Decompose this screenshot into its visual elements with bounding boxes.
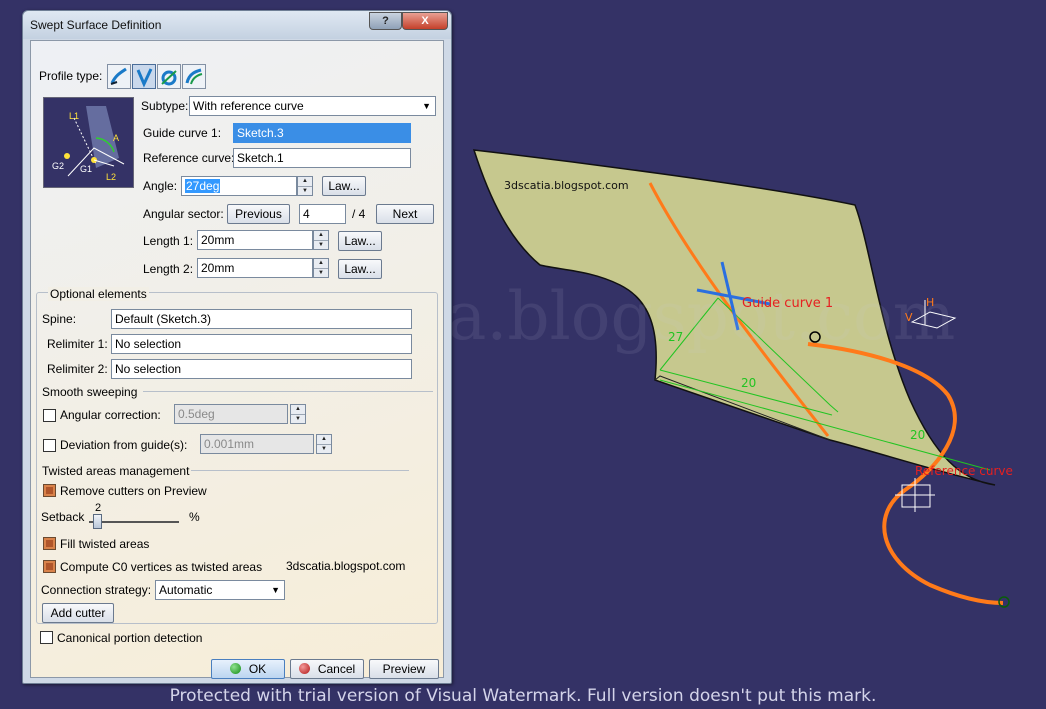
swept-surface-dialog: Swept Surface Definition ? X Profile typ…: [22, 10, 452, 684]
guide-curve-label: Guide curve 1:: [143, 126, 222, 140]
canonical-portion-label: Canonical portion detection: [57, 631, 203, 645]
trial-watermark-banner: Protected with trial version of Visual W…: [169, 686, 877, 706]
preview-label-l2: L2: [106, 172, 117, 182]
add-cutter-button[interactable]: Add cutter: [42, 603, 114, 623]
angular-correction-field[interactable]: 0.5deg: [174, 404, 288, 424]
dimension-angle-label[interactable]: 27: [668, 330, 683, 344]
chevron-down-icon: ▼: [422, 101, 431, 111]
length-2-field[interactable]: 20mm: [197, 258, 313, 278]
angle-value: 27deg: [185, 179, 221, 193]
deviation-spinner[interactable]: ▲ ▼: [316, 434, 332, 454]
remove-cutters-label: Remove cutters on Preview: [60, 484, 207, 498]
compute-c0-label: Compute C0 vertices as twisted areas: [60, 560, 263, 574]
viewport-blog-label: 3dscatia.blogspot.com: [504, 179, 629, 192]
axis-v-label: V: [905, 311, 913, 324]
guide-curve-field[interactable]: Sketch.3: [233, 123, 411, 143]
relimiter-1-label: Relimiter 1:: [47, 337, 108, 351]
preview-button[interactable]: Preview: [369, 659, 439, 679]
angular-sector-label: Angular sector:: [143, 207, 224, 221]
connection-strategy-value: Automatic: [159, 583, 213, 597]
preview-label-a: A: [113, 133, 120, 143]
connection-strategy-dropdown[interactable]: Automatic ▼: [155, 580, 285, 600]
spine-field[interactable]: Default (Sketch.3): [111, 309, 412, 329]
compute-c0-checkbox[interactable]: [43, 560, 56, 573]
angular-sector-total: / 4: [352, 207, 366, 221]
length-1-law-button[interactable]: Law...: [338, 231, 382, 251]
dialog-titlebar[interactable]: Swept Surface Definition ? X: [23, 11, 451, 39]
subtype-dropdown[interactable]: With reference curve ▼: [189, 96, 436, 116]
cancel-label: Cancel: [317, 662, 356, 676]
axis-system-bottom: [895, 478, 935, 512]
length-2-label: Length 2:: [143, 262, 194, 276]
preview-label-l1: L1: [69, 111, 80, 121]
angle-field[interactable]: 27deg: [181, 176, 297, 196]
optional-elements-title: Optional elements: [48, 287, 149, 301]
spine-label: Spine:: [42, 312, 77, 326]
relimiter-1-field[interactable]: No selection: [111, 334, 412, 354]
help-button[interactable]: ?: [369, 12, 402, 30]
circle-profile-icon[interactable]: [157, 64, 181, 89]
setback-slider-thumb[interactable]: [93, 514, 102, 529]
subtype-preview-image: L1 A G2 G1 L2: [43, 97, 134, 188]
ok-icon: [229, 663, 241, 674]
subtype-value: With reference curve: [193, 99, 304, 113]
dialog-content: Profile type: L1 A G2 G1 L2 Subtype: Wit…: [30, 40, 444, 679]
profile-type-label: Profile type:: [39, 69, 103, 83]
cancel-button[interactable]: Cancel: [290, 659, 364, 679]
reference-curve-label[interactable]: Reference curve: [915, 464, 1013, 478]
deviation-field[interactable]: 0.001mm: [200, 434, 314, 454]
smooth-sweeping-divider: [143, 391, 433, 392]
chevron-down-icon: ▼: [271, 585, 280, 595]
subtype-label: Subtype:: [141, 99, 189, 113]
previous-button[interactable]: Previous: [227, 204, 290, 224]
dialog-title: Swept Surface Definition: [30, 18, 162, 32]
next-button[interactable]: Next: [376, 204, 434, 224]
explicit-profile-icon[interactable]: [107, 64, 131, 89]
setback-unit: %: [189, 510, 200, 524]
connection-strategy-label: Connection strategy:: [41, 583, 152, 597]
smooth-sweeping-title: Smooth sweeping: [42, 385, 138, 399]
angle-law-button[interactable]: Law...: [322, 176, 366, 196]
ok-button[interactable]: OK: [211, 659, 285, 679]
preview-label-g2: G2: [52, 161, 65, 171]
angular-correction-checkbox[interactable]: [43, 409, 56, 422]
angular-sector-field[interactable]: 4: [299, 204, 346, 224]
deviation-checkbox[interactable]: [43, 439, 56, 452]
conic-profile-icon[interactable]: [182, 64, 206, 89]
length-1-spinner[interactable]: ▲ ▼: [313, 230, 329, 250]
fill-twisted-label: Fill twisted areas: [60, 537, 150, 551]
ok-label: OK: [248, 662, 267, 676]
setback-value: 2: [95, 502, 102, 514]
remove-cutters-checkbox[interactable]: [43, 484, 56, 497]
guide-curve-label[interactable]: Guide curve 1: [742, 296, 833, 311]
length-2-law-button[interactable]: Law...: [338, 259, 382, 279]
reference-curve-field[interactable]: Sketch.1: [233, 148, 411, 168]
length-2-spinner[interactable]: ▲ ▼: [313, 258, 329, 278]
relimiter-2-field[interactable]: No selection: [111, 359, 412, 379]
relimiter-2-label: Relimiter 2:: [47, 362, 108, 376]
preview-label-g1: G1: [80, 164, 93, 174]
deviation-label: Deviation from guide(s):: [60, 438, 188, 452]
angular-correction-spinner[interactable]: ▲ ▼: [290, 404, 306, 424]
setback-slider[interactable]: [89, 521, 179, 523]
reference-curve-label: Reference curve:: [143, 151, 235, 165]
length-1-label: Length 1:: [143, 234, 194, 248]
cancel-icon: [298, 663, 310, 674]
angle-label: Angle:: [143, 179, 178, 193]
angular-correction-label: Angular correction:: [60, 408, 161, 422]
setback-label: Setback: [41, 510, 85, 524]
fill-twisted-checkbox[interactable]: [43, 537, 56, 550]
canonical-portion-checkbox[interactable]: [40, 631, 53, 644]
line-profile-icon[interactable]: [132, 64, 156, 89]
angle-spinner[interactable]: ▲ ▼: [297, 176, 313, 196]
dimension-length-b-label[interactable]: 20: [910, 428, 925, 442]
twisted-areas-divider: [191, 470, 409, 471]
close-button[interactable]: X: [402, 12, 448, 30]
axis-h-label: H: [926, 296, 935, 309]
length-1-field[interactable]: 20mm: [197, 230, 313, 250]
dimension-length-a-label[interactable]: 20: [741, 376, 756, 390]
twisted-areas-title: Twisted areas management: [42, 464, 190, 478]
blog-text: 3dscatia.blogspot.com: [286, 559, 406, 573]
